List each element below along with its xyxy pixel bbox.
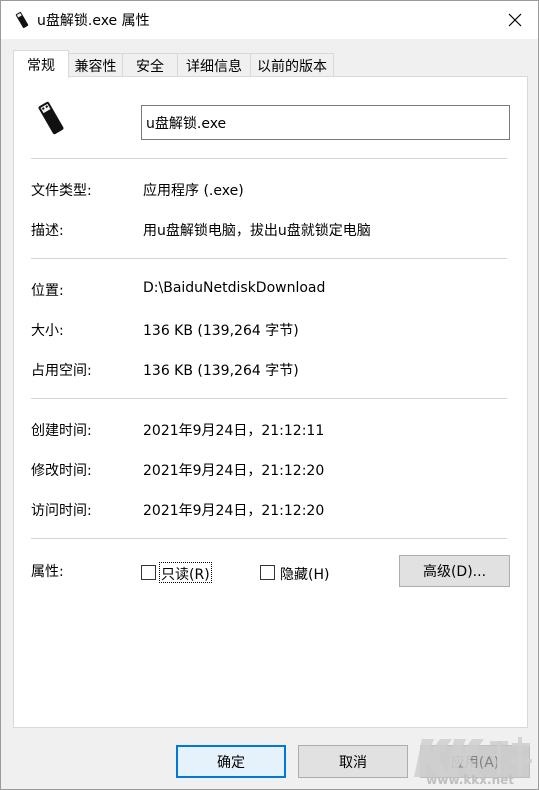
file-name-input[interactable] (141, 105, 510, 140)
close-icon (508, 13, 522, 27)
size-on-disk-value: 136 KB (139,264 字节) (143, 363, 299, 379)
watermark-text: www.kkx.net (426, 773, 514, 787)
separator (31, 398, 507, 399)
separator (31, 538, 507, 539)
location-value[interactable]: D:\BaiduNetdiskDownload (143, 280, 325, 296)
tab-compatibility[interactable]: 兼容性 (68, 53, 123, 77)
properties-window: u盘解锁.exe 属性 常规 兼容性 安全 详细信息 以前的版本 文件类型: 应… (0, 0, 539, 790)
separator (31, 158, 507, 159)
window-title: u盘解锁.exe 属性 (37, 13, 150, 29)
file-type-label: 文件类型: (31, 183, 92, 199)
readonly-checkbox-label[interactable]: 只读(R) (161, 564, 210, 584)
size-label: 大小: (31, 323, 64, 339)
close-button[interactable] (492, 1, 538, 39)
location-label: 位置: (31, 283, 64, 299)
modified-label: 修改时间: (31, 463, 92, 479)
cancel-button[interactable]: 取消 (298, 745, 408, 778)
size-value: 136 KB (139,264 字节) (143, 323, 299, 339)
title-bar[interactable]: u盘解锁.exe 属性 (1, 1, 538, 39)
tab-security[interactable]: 安全 (122, 53, 178, 77)
description-label: 描述: (31, 223, 64, 239)
ok-button[interactable]: 确定 (176, 745, 286, 778)
description-value: 用u盘解锁电脑，拔出u盘就锁定电脑 (143, 223, 371, 239)
usb-drive-icon (38, 101, 64, 135)
modified-value: 2021年9月24日，21:12:20 (143, 463, 325, 479)
created-value: 2021年9月24日，21:12:11 (143, 423, 325, 439)
hidden-checkbox[interactable] (260, 565, 275, 580)
created-label: 创建时间: (31, 423, 92, 439)
accessed-label: 访问时间: (31, 503, 92, 519)
tab-general[interactable]: 常规 (13, 50, 69, 78)
tab-details[interactable]: 详细信息 (177, 53, 251, 77)
usb-drive-icon (15, 11, 29, 29)
attributes-label: 属性: (31, 564, 64, 580)
readonly-checkbox[interactable] (141, 565, 156, 580)
size-on-disk-label: 占用空间: (31, 363, 92, 379)
general-panel (13, 76, 528, 728)
hidden-checkbox-label[interactable]: 隐藏(H) (280, 564, 329, 584)
accessed-value: 2021年9月24日，21:12:20 (143, 503, 325, 519)
file-type-value: 应用程序 (.exe) (143, 183, 244, 199)
tab-previous-versions[interactable]: 以前的版本 (250, 53, 334, 77)
advanced-button[interactable]: 高级(D)... (399, 555, 510, 587)
separator (31, 258, 507, 259)
